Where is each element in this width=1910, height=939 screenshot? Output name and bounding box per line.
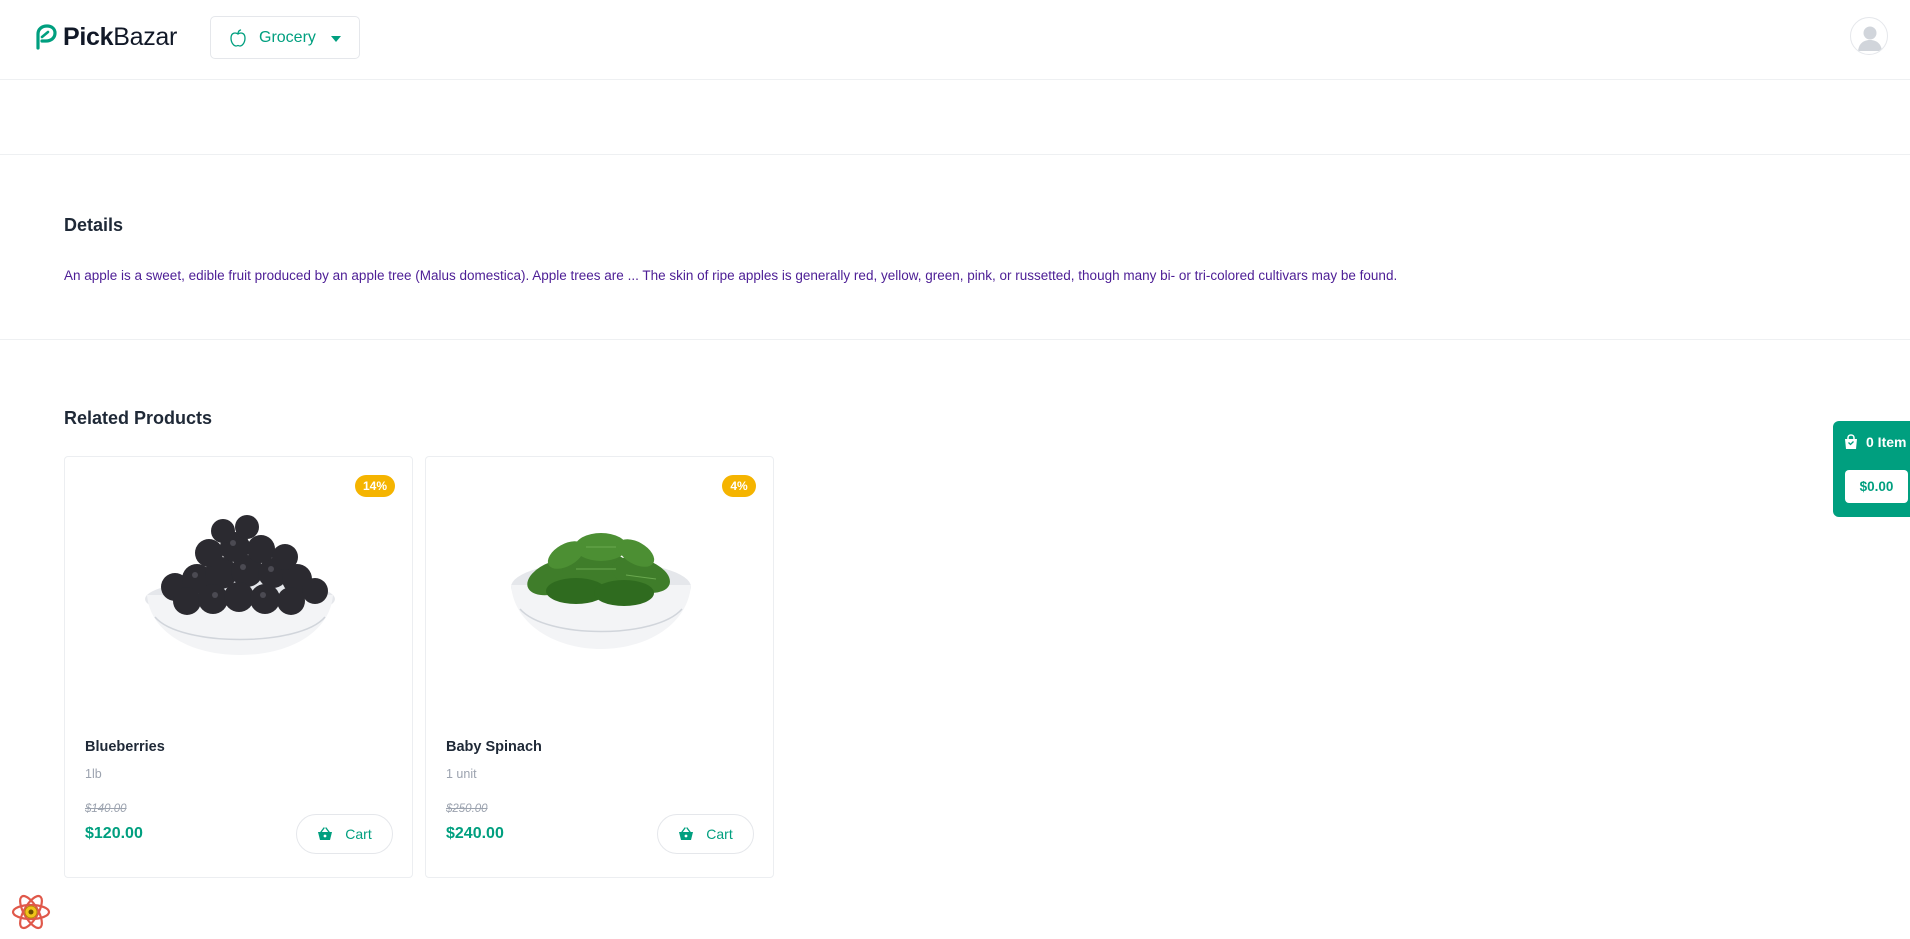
- product-card[interactable]: 14% Blueberries 1lb $140.00 $120.00 Cart: [64, 456, 413, 878]
- product-old-price: $140.00: [85, 803, 127, 815]
- spinach-bowl-image: [511, 533, 691, 649]
- details-heading: Details: [64, 215, 124, 235]
- product-old-price: $250.00: [446, 803, 488, 815]
- product-name[interactable]: Baby Spinach: [446, 739, 542, 755]
- apple-icon: [230, 28, 246, 47]
- add-to-cart-button[interactable]: Cart: [296, 814, 393, 854]
- product-price: $120.00: [85, 825, 143, 842]
- product-price: $240.00: [446, 825, 504, 842]
- discount-badge: 4%: [722, 475, 756, 497]
- category-label: Grocery: [259, 28, 316, 46]
- cart-button-label: Cart: [706, 826, 733, 842]
- section-divider: [0, 154, 1910, 155]
- floating-cart-button[interactable]: 0 Item $0.00: [1833, 421, 1910, 517]
- logo[interactable]: PickBazar: [33, 22, 177, 52]
- related-products-heading: Related Products: [64, 408, 213, 428]
- cart-item-count: 0 Item: [1866, 434, 1907, 450]
- product-unit: 1 unit: [446, 767, 477, 781]
- cart-button-label: Cart: [345, 826, 372, 842]
- section-divider: [0, 339, 1910, 340]
- avatar[interactable]: [1850, 17, 1888, 55]
- react-devtools-icon[interactable]: [10, 892, 52, 932]
- blackberry-bowl-image: [145, 515, 335, 655]
- category-dropdown[interactable]: Grocery: [210, 16, 360, 59]
- product-name[interactable]: Blueberries: [85, 739, 165, 755]
- details-description: An apple is a sweet, edible fruit produc…: [64, 268, 1398, 283]
- logo-text: PickBazar: [63, 23, 178, 51]
- discount-badge: 14%: [355, 475, 395, 497]
- product-card[interactable]: 4% Baby Spinach 1 unit $250.00 $240.00 C…: [425, 456, 774, 878]
- user-icon: [1858, 26, 1882, 51]
- cart-items-row: 0 Item: [1844, 434, 1906, 450]
- shopping-bag-icon: [1845, 434, 1857, 449]
- product-unit: 1lb: [85, 767, 102, 781]
- basket-icon: [318, 827, 333, 840]
- leaf-logo-icon: [36, 24, 57, 50]
- chevron-down-icon: [331, 36, 341, 42]
- basket-icon: [679, 827, 694, 840]
- add-to-cart-button[interactable]: Cart: [657, 814, 754, 854]
- site-header: PickBazar Grocery: [0, 0, 1910, 80]
- cart-total: $0.00: [1845, 470, 1908, 503]
